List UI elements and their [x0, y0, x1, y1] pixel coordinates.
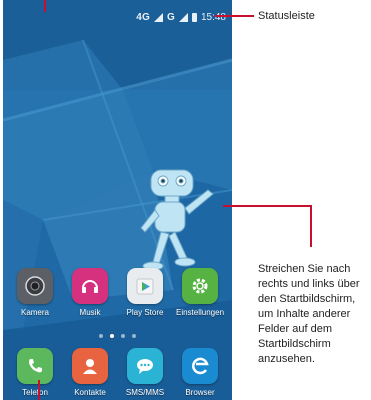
app-label: Play Store — [126, 308, 164, 317]
app-sms-mms[interactable]: SMS/MMS — [121, 348, 169, 397]
app-label: Kamera — [20, 308, 49, 317]
page-dot — [132, 334, 136, 338]
app-label: Musik — [79, 308, 101, 317]
play-store-icon — [127, 268, 163, 304]
status-bar-callout-line — [215, 15, 254, 17]
swipe-annotation-line: Startbildschirm — [258, 338, 331, 350]
camera-icon — [17, 268, 53, 304]
phone-screen: 4G G 15:48 Kamera Musik Play Store Einst… — [3, 0, 232, 400]
swipe-callout-line-v — [310, 205, 312, 247]
app-label: Telefon — [22, 388, 48, 397]
app-label: Browser — [185, 388, 215, 397]
swipe-annotation-line: um Inhalte anderer — [258, 308, 351, 320]
chat-icon — [127, 348, 163, 384]
swipe-annotation-line: Felder auf dem — [258, 323, 332, 335]
contacts-icon — [72, 348, 108, 384]
app-play-store[interactable]: Play Store — [121, 268, 169, 317]
swipe-annotation: Streichen Sie nach rechts und links über… — [258, 262, 360, 367]
headphones-icon — [72, 268, 108, 304]
app-label: Kontakte — [74, 388, 106, 397]
app-label: Einstellungen — [175, 308, 225, 317]
swipe-annotation-line: anzusehen. — [258, 353, 315, 365]
dock-callout-line — [38, 380, 40, 400]
page-dot — [121, 334, 125, 338]
page-dot-active — [110, 334, 114, 338]
gear-icon — [182, 268, 218, 304]
app-musik[interactable]: Musik — [66, 268, 114, 317]
app-telefon[interactable]: Telefon — [11, 348, 59, 397]
swipe-callout-line-h — [223, 205, 311, 207]
wallpaper-callout-line — [44, 0, 46, 12]
swipe-annotation-line: rechts und links über — [258, 278, 360, 290]
swipe-annotation-line: Streichen Sie nach — [258, 263, 351, 275]
browser-icon — [182, 348, 218, 384]
robot-mascot-image — [140, 169, 214, 271]
phone-icon — [17, 348, 53, 384]
app-label: SMS/MMS — [125, 388, 165, 397]
app-kamera[interactable]: Kamera — [11, 268, 59, 317]
app-kontakte[interactable]: Kontakte — [66, 348, 114, 397]
page-indicator — [3, 334, 232, 338]
app-einstellungen[interactable]: Einstellungen — [176, 268, 224, 317]
swipe-annotation-line: den Startbildschirm, — [258, 293, 356, 305]
status-bar-annotation: Statusleiste — [258, 10, 315, 22]
page-dot — [99, 334, 103, 338]
app-browser[interactable]: Browser — [176, 348, 224, 397]
